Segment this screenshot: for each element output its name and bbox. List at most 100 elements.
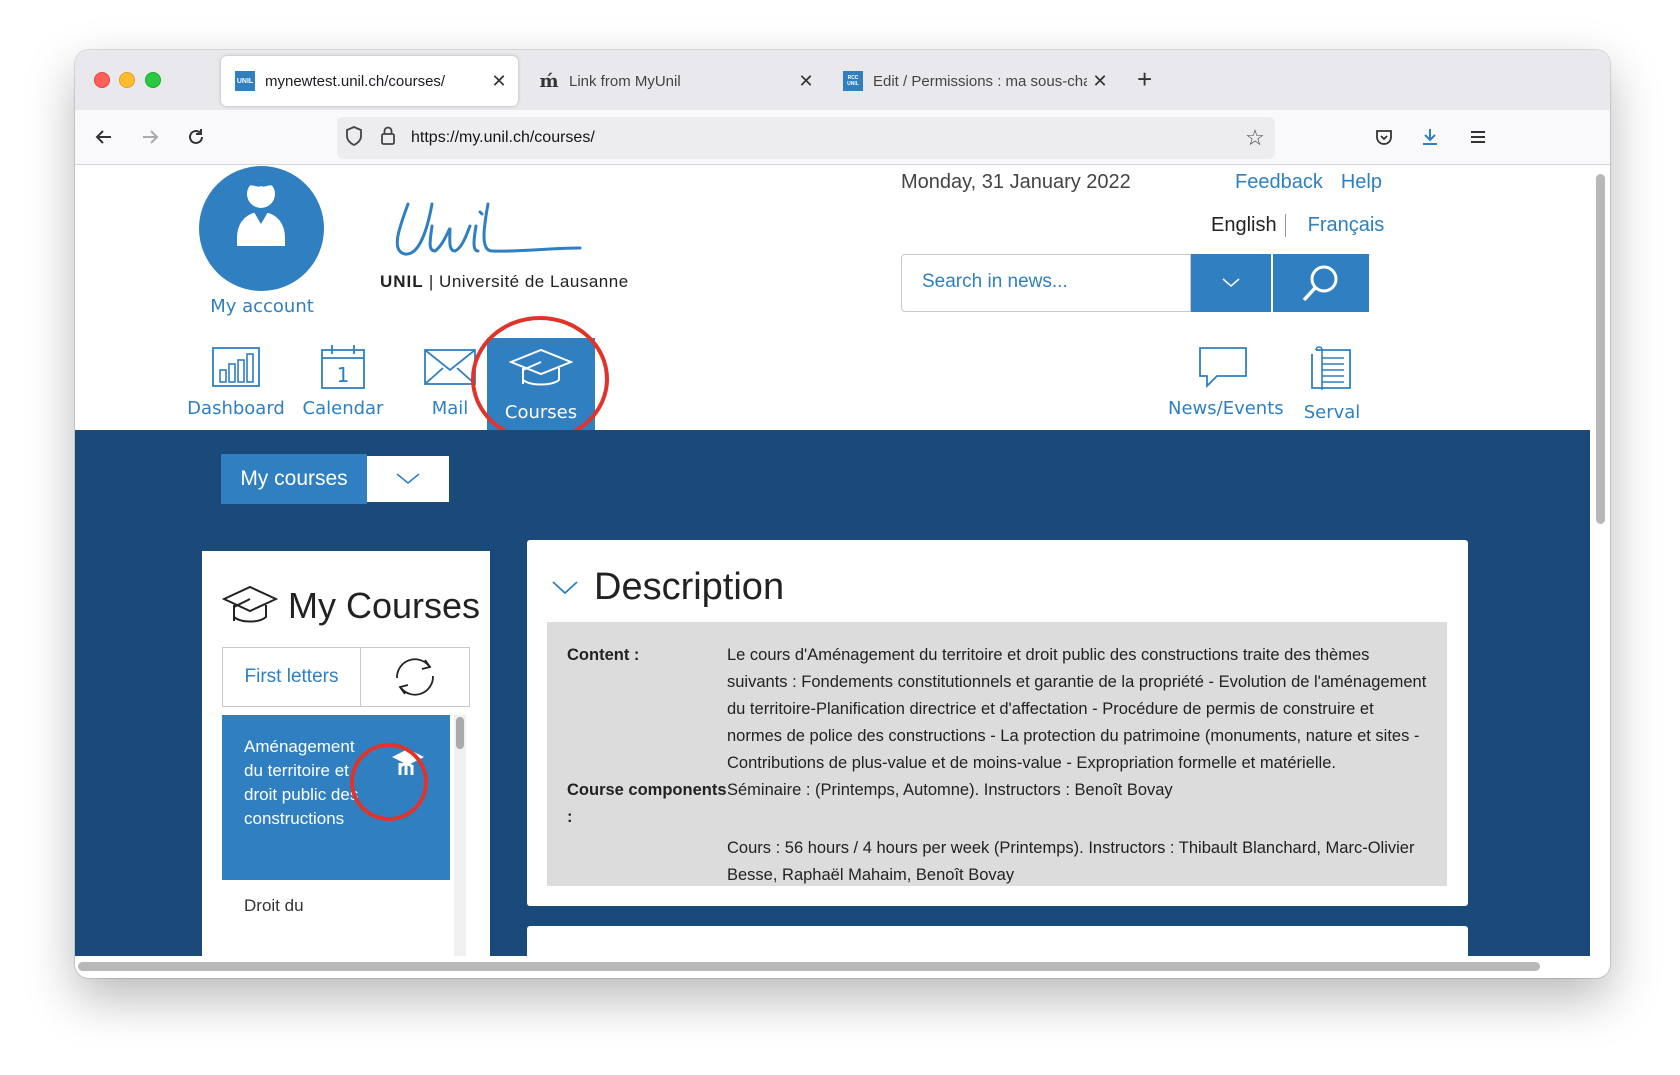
scroll-thumb[interactable] bbox=[456, 717, 464, 749]
components-row-2: Cours : 56 hours / 4 hours per week (Pri… bbox=[567, 835, 1427, 889]
forward-button[interactable] bbox=[133, 120, 167, 154]
close-tab-icon[interactable]: ✕ bbox=[486, 71, 512, 92]
account-avatar[interactable] bbox=[199, 166, 324, 291]
course-list-scrollbar[interactable] bbox=[454, 715, 466, 956]
rcc-favicon-icon: RCC UNIL bbox=[843, 71, 863, 91]
component-seminaire: Séminaire : (Printemps, Automne). Instru… bbox=[727, 781, 1173, 799]
search-filter-dropdown[interactable] bbox=[1191, 254, 1273, 312]
first-letters-button[interactable]: First letters bbox=[222, 647, 361, 707]
user-avatar-icon bbox=[237, 180, 285, 246]
chevron-down-icon bbox=[552, 580, 578, 594]
university-short: UNIL bbox=[380, 272, 424, 291]
nav-serval[interactable]: Serval bbox=[1282, 344, 1382, 423]
tab-label: Link from MyUnil bbox=[569, 72, 681, 90]
new-tab-button[interactable]: + bbox=[1137, 64, 1152, 95]
close-tab-icon[interactable]: ✕ bbox=[793, 71, 819, 92]
unil-logo[interactable]: UNIL | Université de Lausanne bbox=[380, 196, 628, 291]
minimize-window-button[interactable] bbox=[119, 72, 135, 88]
menu-button[interactable] bbox=[1461, 120, 1495, 154]
chevron-down-icon bbox=[396, 473, 420, 485]
highlight-circle bbox=[471, 316, 609, 442]
scroll-thumb[interactable] bbox=[1596, 174, 1605, 524]
lang-english[interactable]: English bbox=[1211, 214, 1286, 237]
help-link[interactable]: Help bbox=[1341, 171, 1382, 193]
university-full: Université de Lausanne bbox=[439, 272, 629, 291]
news-search: Search in news... bbox=[901, 254, 1371, 312]
components-row: Course components : Séminaire : (Printem… bbox=[567, 777, 1427, 831]
page-horizontal-scrollbar[interactable] bbox=[75, 956, 1610, 978]
unil-script-logo-icon bbox=[395, 202, 582, 256]
page-vertical-scrollbar[interactable] bbox=[1590, 166, 1610, 956]
tab-edit-permissions[interactable]: RCC UNIL Edit / Permissions : ma sous-ch… bbox=[829, 56, 1119, 106]
my-courses-selector[interactable]: My courses bbox=[221, 454, 449, 504]
back-arrow-icon bbox=[95, 130, 111, 144]
nav-calendar-label: Calendar bbox=[302, 398, 384, 419]
tab-strip: UNIL mynewtest.unil.ch/courses/ ✕ ḿ Link… bbox=[75, 50, 1610, 110]
back-button[interactable] bbox=[87, 120, 121, 154]
forward-arrow-icon bbox=[143, 130, 159, 144]
zoom-window-button[interactable] bbox=[145, 72, 161, 88]
moodle-favicon-icon: ḿ bbox=[539, 70, 559, 92]
course-name: Aménagement du territoire et droit publi… bbox=[244, 737, 359, 828]
my-courses-panel: My Courses First letters Aménagement du … bbox=[202, 551, 490, 956]
components-label: Course components : bbox=[567, 781, 727, 826]
address-bar[interactable]: https://my.unil.ch/courses/ ☆ bbox=[337, 117, 1275, 159]
pocket-icon bbox=[1376, 130, 1392, 145]
search-icon bbox=[1302, 265, 1338, 302]
close-window-button[interactable] bbox=[94, 72, 110, 88]
search-button[interactable] bbox=[1273, 254, 1369, 312]
lang-francais[interactable]: Français bbox=[1286, 214, 1385, 237]
page-content: My account UNIL | Université de Lausanne… bbox=[75, 166, 1590, 956]
next-panel bbox=[527, 926, 1468, 956]
browser-toolbar: https://my.unil.ch/courses/ ☆ bbox=[75, 110, 1610, 165]
current-date: Monday, 31 January 2022 bbox=[901, 171, 1131, 193]
my-courses-button[interactable]: My courses bbox=[221, 454, 367, 504]
my-courses-dropdown[interactable] bbox=[367, 456, 449, 502]
panel-title-text: My Courses bbox=[288, 585, 481, 626]
mail-envelope-icon bbox=[424, 349, 476, 385]
graduation-cap-icon bbox=[222, 585, 278, 623]
tab-label: mynewtest.unil.ch/courses/ bbox=[265, 72, 446, 90]
refresh-button[interactable] bbox=[361, 647, 470, 707]
description-body: Content : Le cours d'Aménagement du terr… bbox=[547, 622, 1447, 886]
nav-mail-label: Mail bbox=[431, 398, 469, 419]
scroll-thumb[interactable] bbox=[78, 962, 1540, 971]
close-tab-icon[interactable]: ✕ bbox=[1087, 71, 1113, 92]
language-switcher: English Français bbox=[1211, 214, 1384, 237]
nav-calendar[interactable]: 1 Calendar bbox=[293, 344, 393, 419]
university-name: UNIL | Université de Lausanne bbox=[380, 272, 629, 291]
nav-serval-label: Serval bbox=[1303, 402, 1361, 423]
components-spacer bbox=[567, 835, 727, 889]
calendar-icon: 1 bbox=[321, 345, 365, 389]
content-label: Content : bbox=[567, 646, 640, 664]
shield-icon[interactable] bbox=[337, 125, 371, 151]
tab-label: Edit / Permissions : ma sous-cha bbox=[873, 72, 1087, 90]
lock-icon[interactable] bbox=[371, 126, 405, 151]
feedback-link[interactable]: Feedback bbox=[1235, 171, 1323, 193]
description-header[interactable]: Description bbox=[552, 566, 784, 609]
document-scroll-icon bbox=[1311, 346, 1351, 390]
hamburger-menu-icon bbox=[1471, 131, 1485, 143]
course-item[interactable]: Droit du bbox=[244, 896, 304, 916]
my-account-link[interactable]: My account bbox=[205, 296, 319, 317]
reload-icon bbox=[189, 129, 203, 144]
downloads-button[interactable] bbox=[1413, 120, 1447, 154]
content-row: Content : Le cours d'Aménagement du terr… bbox=[567, 642, 1427, 777]
bookmark-star-icon[interactable]: ☆ bbox=[1235, 125, 1275, 151]
tab-link-from-myunil[interactable]: ḿ Link from MyUnil ✕ bbox=[525, 56, 825, 106]
top-links: Feedback Help bbox=[1235, 171, 1400, 194]
nav-news-events[interactable]: News/Events bbox=[1168, 344, 1284, 419]
nav-dashboard[interactable]: Dashboard bbox=[186, 344, 286, 419]
dashboard-chart-icon bbox=[212, 347, 260, 387]
description-panel: Description Content : Le cours d'Aménage… bbox=[527, 540, 1468, 906]
chevron-down-icon bbox=[1222, 278, 1240, 287]
browser-window: UNIL mynewtest.unil.ch/courses/ ✕ ḿ Link… bbox=[75, 50, 1610, 978]
tab-mynewtest[interactable]: UNIL mynewtest.unil.ch/courses/ ✕ bbox=[221, 56, 518, 106]
search-input[interactable]: Search in news... bbox=[901, 254, 1191, 312]
speech-bubble-icon bbox=[1199, 347, 1247, 389]
component-cours: Cours : 56 hours / 4 hours per week (Pri… bbox=[727, 839, 1415, 884]
reload-button[interactable] bbox=[179, 120, 213, 154]
nav-dashboard-label: Dashboard bbox=[187, 398, 285, 419]
url-text[interactable]: https://my.unil.ch/courses/ bbox=[411, 129, 1235, 147]
pocket-button[interactable] bbox=[1367, 120, 1401, 154]
